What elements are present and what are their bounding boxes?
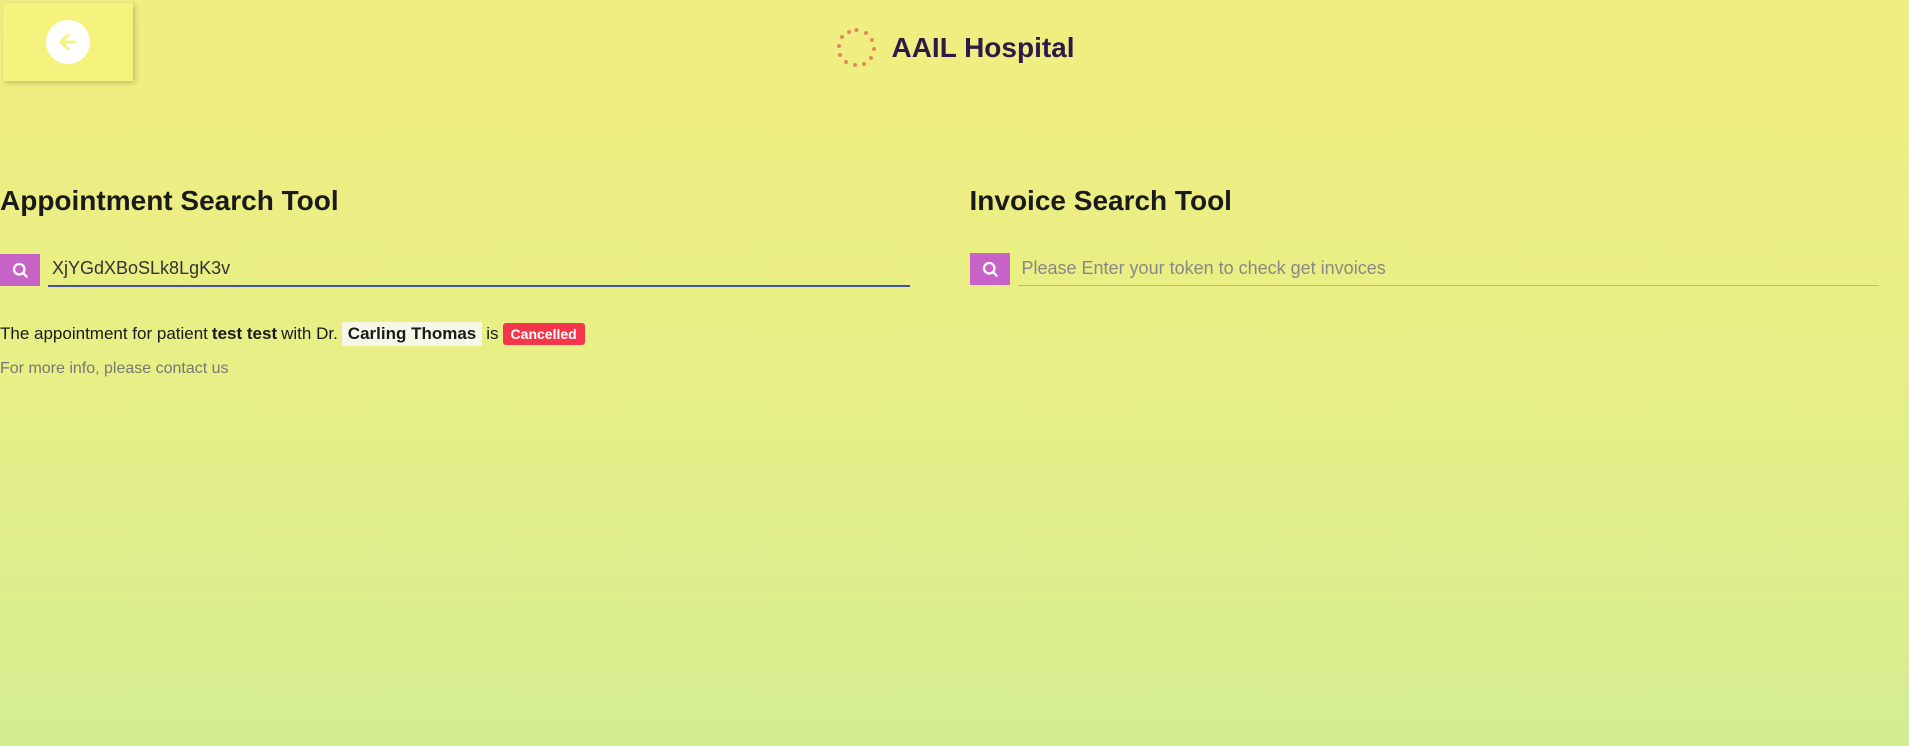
search-icon	[981, 260, 999, 278]
result-info-text: For more info, please contact us	[0, 360, 910, 378]
appointment-result-line: The appointment for patient test test wi…	[0, 322, 910, 346]
appointment-title: Appointment Search Tool	[0, 185, 910, 217]
invoice-search-container	[970, 252, 1880, 286]
content-area: Appointment Search Tool The appointment …	[0, 185, 1909, 378]
is-text: is	[486, 324, 498, 344]
result-prefix: The appointment for patient	[0, 324, 208, 344]
status-badge: Cancelled	[503, 323, 585, 345]
logo-icon	[834, 25, 879, 70]
search-icon	[11, 261, 29, 279]
doctor-name: Carling Thomas	[342, 322, 482, 346]
invoice-search-input[interactable]	[1018, 252, 1880, 286]
invoice-search-button[interactable]	[970, 253, 1010, 285]
header-title: AAIL Hospital	[891, 32, 1074, 64]
arrow-left-icon	[56, 30, 80, 54]
back-button-circle	[46, 20, 90, 64]
appointment-search-container	[0, 252, 910, 287]
header: AAIL Hospital	[0, 0, 1909, 70]
patient-name: test test	[212, 324, 277, 344]
invoice-section: Invoice Search Tool	[940, 185, 1909, 378]
appointment-section: Appointment Search Tool The appointment …	[0, 185, 940, 378]
back-button[interactable]	[3, 3, 133, 81]
appointment-result: The appointment for patient test test wi…	[0, 322, 910, 378]
appointment-search-input[interactable]	[48, 252, 910, 287]
with-dr-text: with Dr.	[281, 324, 338, 344]
invoice-title: Invoice Search Tool	[970, 185, 1880, 217]
appointment-search-button[interactable]	[0, 254, 40, 286]
